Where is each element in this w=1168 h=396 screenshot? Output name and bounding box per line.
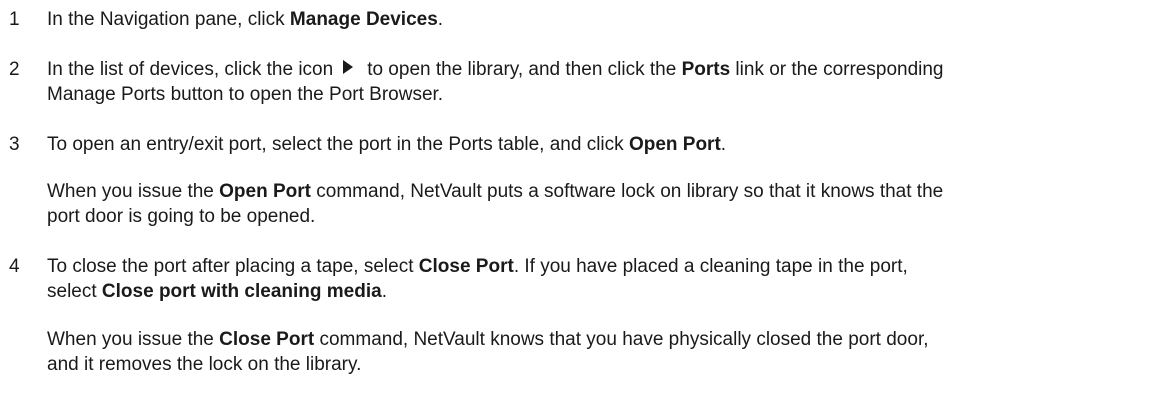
step-text-part: To close the port after placing a tape, …: [47, 256, 419, 277]
step-text-part: In the list of devices, click the icon: [47, 59, 334, 80]
step-text-part: to open the library, and then click the: [367, 59, 682, 80]
step-text: To close the port after placing a tape, …: [47, 254, 1157, 304]
step-text: In the list of devices, click the icon to…: [47, 57, 1157, 107]
ui-term-close-port: Close Port: [418, 256, 514, 277]
step-number: 1: [9, 9, 20, 30]
step-text: To open an entry/exit port, select the p…: [47, 132, 1157, 157]
step-number: 4: [9, 256, 20, 277]
ui-term-manage-devices: Manage Devices: [289, 9, 438, 30]
step-text-part: To open an entry/exit port, select the p…: [47, 134, 629, 155]
step-text-part: .: [720, 134, 727, 155]
step-text-part: . If you have placed a cleaning tape in …: [513, 256, 908, 277]
ui-term-ports: Ports: [681, 59, 731, 80]
ui-term-close-port-cleaning: Close port with cleaning media: [101, 281, 382, 302]
ui-term-close-port: Close Port: [219, 329, 315, 350]
ui-term-open-port: Open Port: [628, 134, 721, 155]
step-text-part: link or the corresponding: [730, 59, 944, 80]
step-note: When you issue the Close Port command, N…: [47, 327, 1157, 377]
procedure-document: 1 In the Navigation pane, click Manage D…: [0, 0, 1168, 396]
step-text-part: select: [47, 281, 102, 302]
step-text-part: command, NetVault knows that you have ph…: [314, 329, 929, 350]
step-text: In the Navigation pane, click Manage Dev…: [47, 7, 1157, 32]
ui-term-open-port: Open Port: [219, 181, 311, 202]
step-text-part: .: [437, 9, 444, 30]
step-text-part: .: [381, 281, 387, 302]
play-arrow-icon: [343, 60, 354, 74]
step-note: When you issue the Open Port command, Ne…: [47, 179, 1157, 229]
step-text-part: command, NetVault puts a software lock o…: [311, 181, 944, 202]
step-text-part: and it removes the lock on the library.: [47, 354, 362, 375]
step-number: 3: [9, 134, 20, 155]
step-text-part: When you issue the: [47, 329, 220, 350]
step-text-part: When you issue the: [47, 181, 220, 202]
step-text-part: In the Navigation pane, click: [47, 9, 290, 30]
step-number: 2: [9, 59, 20, 80]
step-text-part: port door is going to be opened.: [47, 206, 316, 227]
step-text-part: Manage Ports button to open the Port Bro…: [47, 84, 444, 105]
